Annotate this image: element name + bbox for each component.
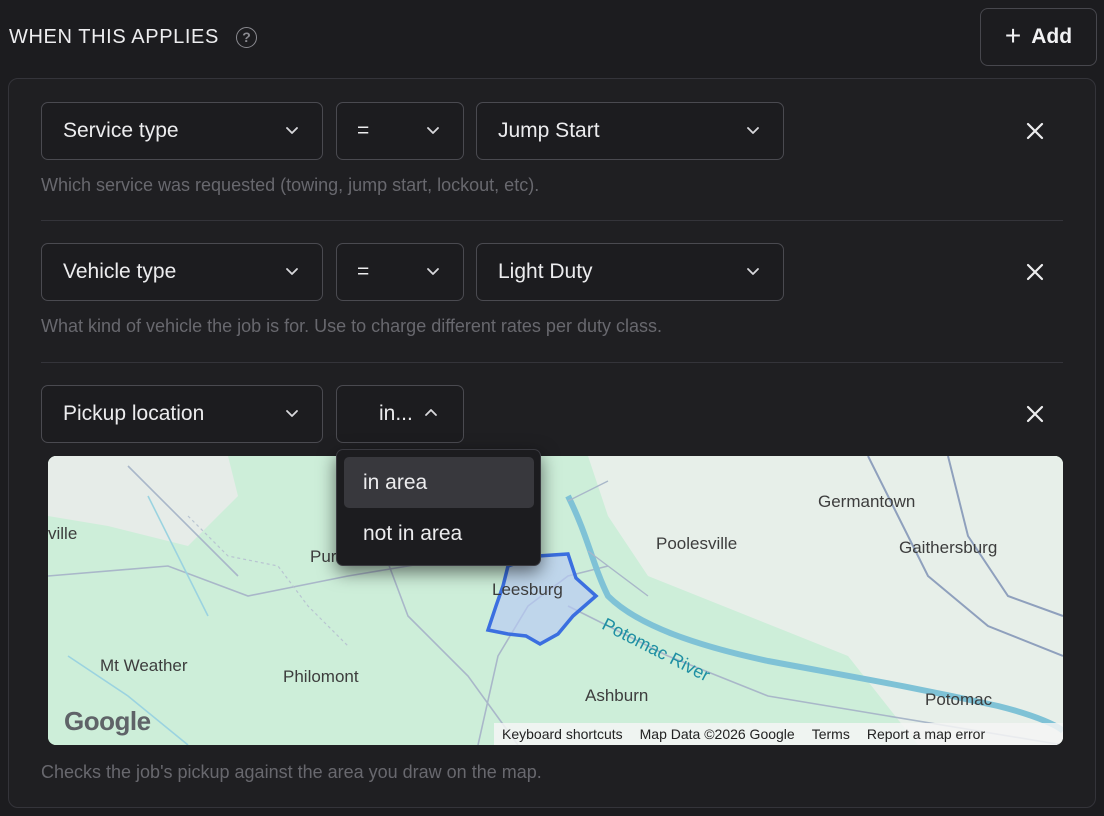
field-select-value: Vehicle type [63, 260, 177, 283]
operator-select[interactable]: = [336, 243, 464, 301]
remove-condition-icon[interactable] [1023, 402, 1047, 426]
operator-dropdown-menu: in area not in area [336, 449, 541, 566]
add-condition-button[interactable]: + Add [980, 8, 1097, 66]
field-select[interactable]: Pickup location [41, 385, 323, 443]
divider [41, 362, 1063, 363]
map-label: Potomac [925, 690, 993, 709]
report-map-error-link[interactable]: Report a map error [867, 726, 985, 742]
question-circle-icon[interactable]: ? [236, 27, 257, 48]
chevron-down-icon [427, 127, 439, 134]
field-select[interactable]: Vehicle type [41, 243, 323, 301]
google-logo: Google [64, 706, 151, 736]
chevron-down-icon [747, 127, 759, 134]
map-label: Mt Weather [100, 656, 188, 675]
operator-select-value: in... [379, 402, 413, 425]
chevron-down-icon [427, 268, 439, 275]
operator-select-value: = [357, 260, 370, 283]
plus-icon: + [1004, 19, 1022, 51]
terms-link[interactable]: Terms [812, 726, 850, 742]
map-label: Gaithersburg [899, 538, 998, 557]
condition-hint: Checks the job's pickup against the area… [41, 762, 542, 782]
remove-condition-icon[interactable] [1023, 119, 1047, 143]
option-not-in-area[interactable]: not in area [344, 508, 534, 559]
remove-condition-icon[interactable] [1023, 260, 1047, 284]
condition-hint: What kind of vehicle the job is for. Use… [41, 316, 662, 336]
chevron-down-icon [286, 127, 298, 134]
chevron-down-icon [747, 268, 759, 275]
map-label: ville [48, 524, 78, 543]
section-header: WHEN THIS APPLIES ? + Add [0, 0, 1104, 78]
map-data-label: Map Data ©2026 Google [639, 726, 795, 742]
map-label: Ashburn [585, 686, 649, 705]
map-label: Pur [310, 547, 337, 566]
operator-select-open[interactable]: in... [336, 385, 464, 443]
field-select[interactable]: Service type [41, 102, 323, 160]
add-button-label: Add [1031, 25, 1073, 48]
option-in-area[interactable]: in area [344, 457, 534, 508]
value-select[interactable]: Jump Start [476, 102, 784, 160]
map-attribution-bar: Keyboard shortcuts Map Data ©2026 Google… [494, 723, 1063, 745]
chevron-down-icon [286, 410, 298, 417]
value-select[interactable]: Light Duty [476, 243, 784, 301]
section-title: WHEN THIS APPLIES [9, 26, 219, 48]
field-select-value: Service type [63, 119, 179, 142]
map-label: Leesburg [492, 580, 563, 599]
divider [41, 220, 1063, 221]
field-select-value: Pickup location [63, 402, 205, 425]
map-label: Poolesville [656, 534, 738, 553]
value-select-value: Light Duty [498, 260, 593, 283]
area-map[interactable]: Germantown Poolesville Gaithersburg Lees… [48, 456, 1063, 745]
condition-hint: Which service was requested (towing, jum… [41, 175, 540, 195]
map-label: Germantown [818, 492, 916, 511]
chevron-down-icon [286, 268, 298, 275]
operator-select[interactable]: = [336, 102, 464, 160]
keyboard-shortcuts-link[interactable]: Keyboard shortcuts [502, 726, 623, 742]
map-label: Philomont [283, 667, 359, 686]
operator-select-value: = [357, 119, 370, 142]
chevron-up-icon [425, 409, 437, 416]
value-select-value: Jump Start [498, 119, 600, 142]
